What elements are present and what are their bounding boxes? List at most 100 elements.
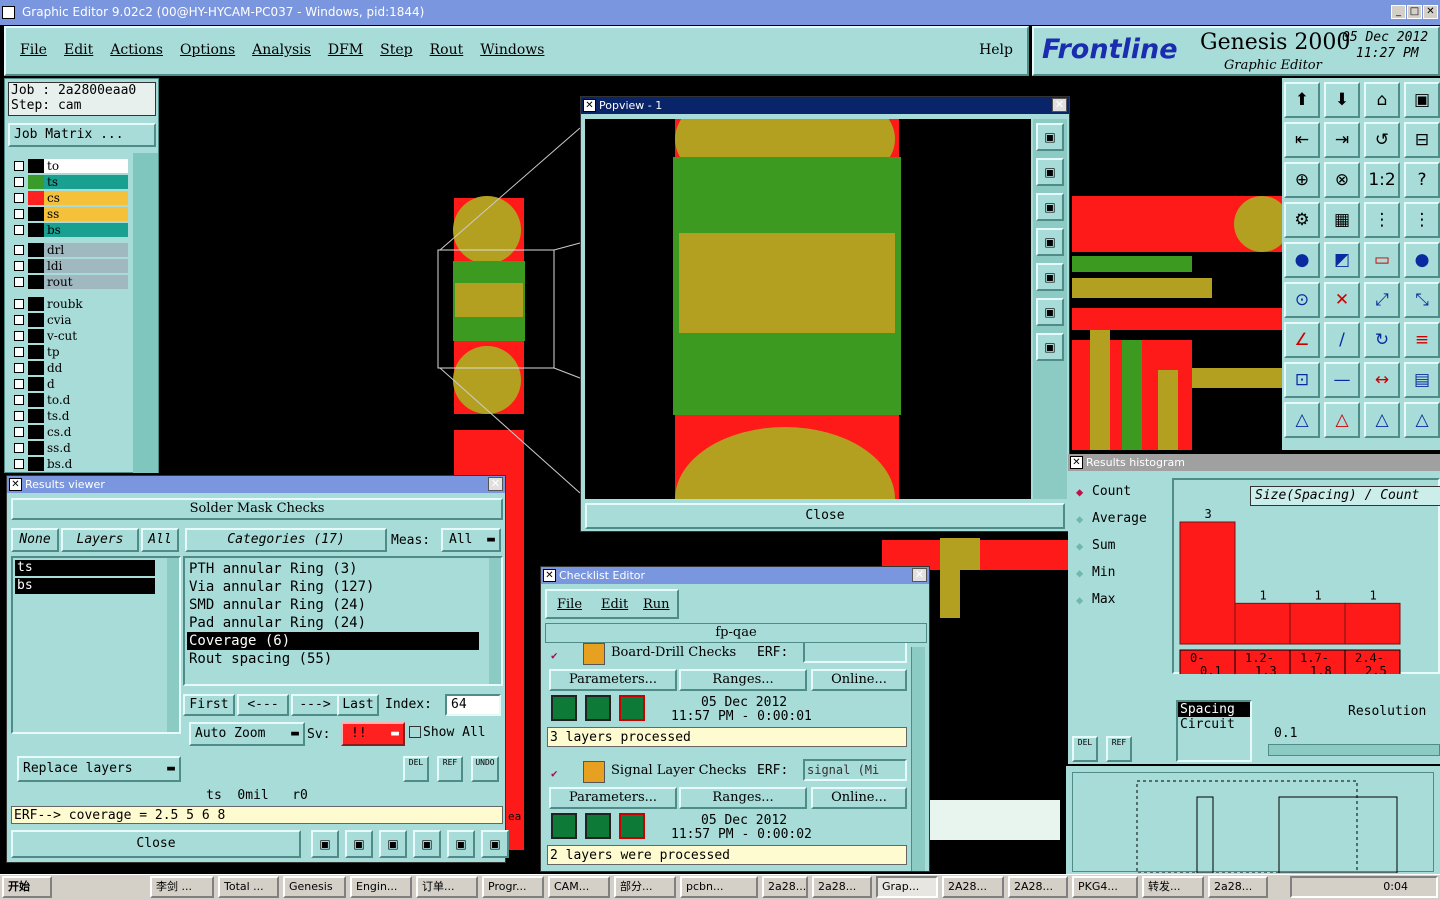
- layer-row-cs.d[interactable]: cs.d: [12, 425, 128, 439]
- parameters-button[interactable]: Parameters...: [549, 669, 677, 691]
- pan-right-icon[interactable]: ▣: [1036, 298, 1064, 326]
- layer-checkbox[interactable]: [14, 427, 24, 437]
- erf-input[interactable]: signal (Mi: [803, 759, 907, 781]
- layer-name[interactable]: cs.d: [44, 425, 128, 439]
- minimize-button[interactable]: _: [1391, 5, 1406, 19]
- scale-icon[interactable]: 1:2: [1364, 162, 1400, 198]
- all-layers-button[interactable]: All: [141, 528, 179, 552]
- category-list[interactable]: PTH annular Ring (3) Via annular Ring (12…: [183, 556, 503, 686]
- run-all-icon[interactable]: [585, 695, 611, 721]
- layer-name[interactable]: d: [44, 377, 128, 391]
- menu-edit[interactable]: Edit: [64, 42, 93, 58]
- taskbar-item[interactable]: pcbn...: [680, 876, 758, 898]
- checklist-menu-file[interactable]: File: [557, 597, 582, 612]
- layer-name[interactable]: ts: [44, 175, 128, 189]
- list-item-circuit[interactable]: Circuit: [1178, 717, 1250, 732]
- chart-icon[interactable]: ▣: [481, 830, 509, 858]
- grid-icon[interactable]: ▦: [1324, 202, 1360, 238]
- layer-name[interactable]: bs: [44, 223, 128, 237]
- layer-name[interactable]: to.d: [44, 393, 128, 407]
- layer-row-ts.d[interactable]: ts.d: [12, 409, 128, 423]
- box-icon[interactable]: ⊡: [1284, 362, 1320, 398]
- taskbar-item[interactable]: 部分...: [614, 876, 676, 898]
- ruler-icon[interactable]: ▭: [1364, 242, 1400, 278]
- layer-checkbox[interactable]: [14, 225, 24, 235]
- layer-name[interactable]: rout: [44, 275, 128, 289]
- categories-tab[interactable]: Categories (17): [185, 528, 387, 552]
- layer-checkbox[interactable]: [14, 347, 24, 357]
- histogram-bar[interactable]: [1289, 602, 1346, 645]
- parameters-button[interactable]: Parameters...: [549, 787, 677, 809]
- category-item[interactable]: Pad annular Ring (24): [187, 614, 479, 632]
- category-item[interactable]: Coverage (6): [187, 632, 479, 650]
- checklist-menu-edit[interactable]: Edit: [601, 597, 628, 612]
- taskbar-item[interactable]: Total ...: [218, 876, 279, 898]
- layer-name[interactable]: dd: [44, 361, 128, 375]
- graph-icon[interactable]: ▣: [311, 830, 339, 858]
- auto-zoom-dropdown[interactable]: Auto Zoom ▬: [189, 722, 305, 746]
- tri4-icon[interactable]: △: [1404, 402, 1440, 438]
- stop-icon[interactable]: [619, 813, 645, 839]
- ref-button[interactable]: REF: [437, 756, 463, 782]
- ranges-button[interactable]: Ranges...: [679, 669, 807, 691]
- home-icon[interactable]: ⌂: [1364, 82, 1400, 118]
- panel-icon[interactable]: ⊟: [1404, 122, 1440, 158]
- report-icon[interactable]: ▣: [413, 830, 441, 858]
- category-item[interactable]: SMD annular Ring (24): [187, 596, 479, 614]
- row-check[interactable]: ✔: [551, 767, 563, 780]
- layer-name[interactable]: drl: [44, 243, 128, 257]
- index-input[interactable]: 64: [445, 694, 501, 716]
- text-icon[interactable]: ≡: [1404, 322, 1440, 358]
- layer-checkbox[interactable]: [14, 331, 24, 341]
- undo-button[interactable]: UNDO: [471, 756, 499, 782]
- layer-checkbox[interactable]: [14, 209, 24, 219]
- menu-windows[interactable]: Windows: [480, 42, 544, 58]
- layer-checkbox[interactable]: [14, 443, 24, 453]
- menu-actions[interactable]: Actions: [110, 42, 163, 58]
- zoom-center-icon[interactable]: ⊗: [1324, 162, 1360, 198]
- layer-row-ldi[interactable]: ldi: [12, 259, 128, 273]
- snap2-icon[interactable]: ⋮: [1404, 202, 1440, 238]
- taskbar-item[interactable]: 2a28...: [812, 876, 872, 898]
- layer-checkbox[interactable]: [14, 411, 24, 421]
- circle-icon[interactable]: ●: [1404, 242, 1440, 278]
- layer-name[interactable]: v-cut: [44, 329, 128, 343]
- layer-name[interactable]: to: [44, 159, 128, 173]
- taskbar-item[interactable]: 2A28...: [942, 876, 1004, 898]
- maximize-button[interactable]: □: [1407, 5, 1422, 19]
- chip-icon[interactable]: ▣: [345, 830, 373, 858]
- histogram-option-max[interactable]: ◆ Max: [1074, 590, 1170, 610]
- tri1-icon[interactable]: △: [1284, 402, 1320, 438]
- move-down-icon[interactable]: ⬇: [1324, 82, 1360, 118]
- taskbar-item[interactable]: Progr...: [482, 876, 544, 898]
- close-window-button[interactable]: ✕: [1423, 5, 1438, 19]
- histogram-del-button[interactable]: DEL: [1072, 736, 1098, 762]
- none-button[interactable]: None: [11, 528, 59, 552]
- histogram-option-count[interactable]: ◆ Count: [1074, 482, 1170, 502]
- category-item[interactable]: PTH annular Ring (3): [187, 560, 479, 578]
- pan-up-icon[interactable]: ▣: [1036, 193, 1064, 221]
- prev-button[interactable]: <---: [237, 694, 289, 716]
- layers-icon[interactable]: ▤: [1404, 362, 1440, 398]
- histogram-option-average[interactable]: ◆ Average: [1074, 509, 1170, 529]
- cross-icon[interactable]: ✕: [1324, 282, 1360, 318]
- taskbar-item[interactable]: 2a28...: [1208, 876, 1268, 898]
- layer-row-v-cut[interactable]: v-cut: [12, 329, 128, 343]
- layer-name[interactable]: ldi: [44, 259, 128, 273]
- histogram-option-min[interactable]: ◆ Min: [1074, 563, 1170, 583]
- layer-row-roubk[interactable]: roubk: [12, 297, 128, 311]
- category-scrollbar[interactable]: [489, 558, 501, 684]
- help-icon[interactable]: ?: [1404, 162, 1440, 198]
- layer-checkbox[interactable]: [14, 177, 24, 187]
- layer-list-scrollbar[interactable]: [167, 558, 179, 732]
- layer-row-rout[interactable]: rout: [12, 275, 128, 289]
- layer-scrollbar[interactable]: [133, 153, 158, 473]
- popview-canvas[interactable]: [585, 119, 1031, 499]
- run-icon[interactable]: [551, 695, 577, 721]
- ranges-button[interactable]: Ranges...: [679, 787, 807, 809]
- hline-icon[interactable]: —: [1324, 362, 1360, 398]
- arrow-nw-icon[interactable]: ⤡: [1404, 282, 1440, 318]
- tri2-icon[interactable]: △: [1324, 402, 1360, 438]
- results-viewer-close-icon[interactable]: ✕: [488, 477, 503, 491]
- checklist-close-icon[interactable]: ✕: [912, 568, 927, 582]
